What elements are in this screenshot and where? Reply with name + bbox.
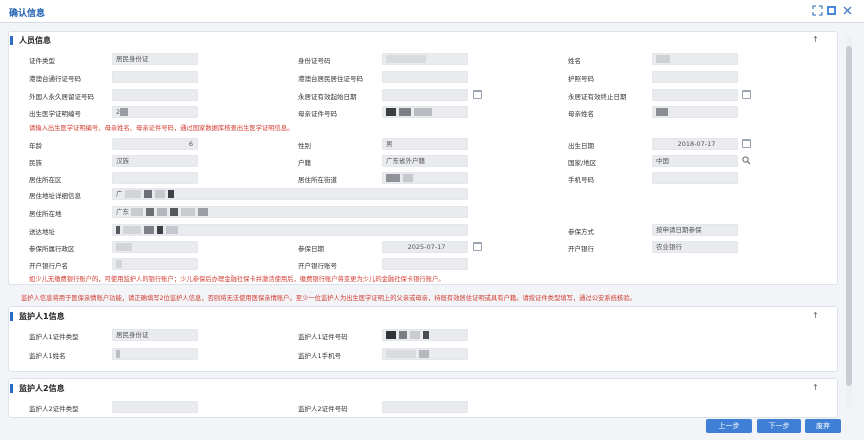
guardian2-id-no-field[interactable] [382, 401, 468, 413]
age-field[interactable]: 6 [112, 138, 198, 150]
foreign-perm-field[interactable] [112, 89, 198, 101]
scrollbar-thumb[interactable] [846, 46, 852, 386]
window-title: 确认信息 [9, 9, 46, 19]
fullscreen-icon[interactable] [812, 5, 823, 16]
guardian1-heading: 监护人1信息 [10, 312, 65, 321]
residence-street-label: 居住所在街道 [298, 176, 337, 184]
guardian1-id-type-label: 监护人1证件类型 [29, 333, 79, 341]
gender-label: 性别 [298, 142, 311, 150]
mail-address-label: 送达地址 [29, 228, 55, 236]
gender-field[interactable]: 男 [382, 138, 468, 150]
mother-id-field[interactable] [382, 106, 468, 118]
household-field[interactable]: 广东省外户籍 [382, 155, 468, 167]
id-type-field[interactable]: 居民身份证 [112, 53, 198, 65]
guardian1-name-field[interactable] [112, 348, 198, 360]
guardian-warning: 监护人信息将用于医保亲情账户功能，请正确填写2位监护人信息，否则将无法使用医保亲… [21, 295, 636, 302]
insured-method-label: 参保方式 [568, 228, 594, 236]
ethnicity-field[interactable]: 汉族 [112, 155, 198, 167]
ethnicity-label: 民族 [29, 159, 42, 167]
id-no-field[interactable] [382, 53, 468, 65]
calendar-icon[interactable] [742, 90, 751, 99]
bank-label: 开户银行 [568, 245, 594, 253]
guardian2-id-type-field[interactable] [112, 401, 198, 413]
name-label: 姓名 [568, 57, 581, 65]
insured-area-field[interactable] [112, 241, 198, 253]
mother-name-label: 母亲姓名 [568, 110, 594, 118]
insured-area-label: 参保所属行政区 [29, 245, 75, 253]
account-name-field[interactable] [112, 258, 198, 270]
age-label: 年龄 [29, 142, 42, 150]
birth-date-field[interactable]: 2018-07-17 [652, 138, 738, 150]
restore-icon[interactable] [826, 5, 837, 16]
window-titlebar: 确认信息 [0, 0, 864, 23]
residence-area-field[interactable] [112, 172, 198, 184]
foreign-perm-label: 外国人永久居留证号码 [29, 93, 94, 101]
calendar-icon[interactable] [473, 90, 482, 99]
guardian1-id-type-field[interactable]: 居民身份证 [112, 329, 198, 341]
guardian1-name-label: 监护人1姓名 [29, 352, 66, 360]
name-field[interactable] [652, 53, 738, 65]
mother-id-label: 母亲证件号码 [298, 110, 337, 118]
residence-place-label: 居住所在地 [29, 210, 62, 218]
guardian1-id-no-label: 监护人1证件号码 [298, 333, 348, 341]
insured-method-field[interactable]: 按申请日期参保 [652, 224, 738, 236]
calendar-icon[interactable] [742, 139, 751, 148]
mobile-field[interactable] [652, 172, 738, 184]
passport-field[interactable] [652, 71, 738, 83]
account-no-label: 开户银行账号 [298, 262, 337, 270]
bank-field[interactable]: 农业银行 [652, 241, 738, 253]
country-field[interactable]: 中国 [652, 155, 738, 167]
next-button[interactable]: 下一步 [757, 419, 801, 433]
mobile-label: 手机号码 [568, 176, 594, 184]
close-icon[interactable] [842, 5, 853, 16]
guardian1-id-no-field[interactable] [382, 329, 468, 341]
insured-date-field[interactable]: 2025-07-17 [382, 241, 468, 253]
guardian1-mobile-label: 监护人1手机号 [298, 352, 342, 360]
birth-cert-field[interactable]: 2 [112, 106, 198, 118]
guardian2-id-no-label: 监护人2证件号码 [298, 405, 348, 413]
collapse-arrow-icon[interactable]: ↑ [812, 311, 844, 320]
mother-name-field[interactable] [652, 106, 738, 118]
guardian1-mobile-field[interactable] [382, 348, 468, 360]
account-name-label: 开户银行户名 [29, 262, 68, 270]
household-label: 户籍 [298, 159, 311, 167]
person-info-heading: 人员信息 [10, 36, 51, 45]
hk-permit-label: 港澳台通行证号码 [29, 75, 81, 83]
prev-button[interactable]: 上一步 [706, 419, 752, 433]
perm-end-field[interactable] [652, 89, 738, 101]
hk-residence-field[interactable] [382, 71, 468, 83]
collapse-arrow-icon[interactable]: ↑ [812, 383, 844, 392]
perm-start-field[interactable] [382, 89, 468, 101]
birth-date-label: 出生日期 [568, 142, 594, 150]
birth-cert-warning: 请输入出生医学证明编号、母亲姓名、母亲证件号码，通过国家数据库核查出生医学证明信… [29, 125, 294, 132]
id-no-label: 身份证号码 [298, 57, 331, 65]
guardian2-heading: 监护人2信息 [10, 384, 65, 393]
residence-place-field[interactable]: 广东 [112, 206, 468, 218]
id-type-label: 证件类型 [29, 57, 55, 65]
birth-cert-label: 出生医学证明编号 [29, 110, 81, 118]
insured-date-label: 参保日期 [298, 245, 324, 253]
collapse-arrow-icon[interactable]: ↑ [812, 35, 844, 44]
perm-end-label: 永居证有效终止日期 [568, 93, 627, 101]
hk-residence-label: 港澳台居民居住证号码 [298, 75, 363, 83]
country-label: 国家/地区 [568, 159, 597, 167]
hk-permit-field[interactable] [112, 71, 198, 83]
search-icon[interactable] [742, 156, 751, 165]
residence-detail-field[interactable]: 广 [112, 188, 468, 200]
passport-label: 护照号码 [568, 75, 594, 83]
residence-area-label: 居住所在区 [29, 176, 62, 184]
residence-detail-label: 居住地址详细信息 [29, 192, 81, 200]
mail-address-field[interactable] [112, 224, 468, 236]
account-no-field[interactable] [382, 258, 468, 270]
guardian2-id-type-label: 监护人2证件类型 [29, 405, 79, 413]
bank-account-warning: 如少儿无缴费银行账户的，可使用监护人的银行账户；少儿参保后办理金融社保卡并激活使… [29, 276, 445, 283]
residence-street-field[interactable] [382, 172, 468, 184]
discard-button[interactable]: 废弃 [805, 419, 841, 433]
calendar-icon[interactable] [473, 242, 482, 251]
perm-start-label: 永居证有效起始日期 [298, 93, 357, 101]
vertical-scrollbar[interactable] [846, 36, 852, 409]
